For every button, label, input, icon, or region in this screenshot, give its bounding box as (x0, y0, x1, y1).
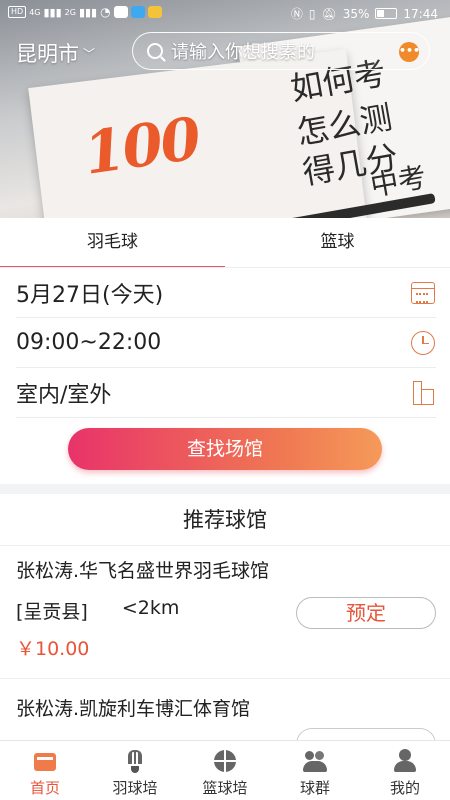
bottom-nav: 首页 羽球培 篮球培 球群 我的 (0, 740, 450, 800)
network-4g: 4G (29, 7, 41, 17)
signal-icon: ▮▮▮ (43, 5, 62, 19)
wifi-icon: ◔ (100, 5, 111, 19)
group-icon (303, 749, 327, 773)
chevron-down-icon: ﹀ (83, 46, 96, 61)
nav-label: 首页 (29, 779, 60, 797)
search-bar[interactable]: 请输入你想搜素的 ••• (132, 32, 430, 70)
nav-basketball-training[interactable]: 篮球培 (180, 741, 270, 800)
status-bar: HD 4G ▮▮▮ 2G ▮▮▮ ◔ Ⓝ ▯ 🔕︎ 35% 17:44 (0, 0, 450, 26)
more-icon[interactable]: ••• (399, 42, 420, 62)
tab-badminton[interactable]: 羽毛球 (0, 218, 225, 268)
calendar-icon (410, 280, 436, 306)
nav-label: 羽球培 (112, 779, 158, 797)
venue-type-value: 室内/室外 (16, 382, 112, 408)
signal-icon-2: ▮▮▮ (78, 5, 98, 19)
nfc-icon: Ⓝ (290, 7, 303, 21)
recommended-title: 推荐球馆 (0, 494, 450, 546)
profile-icon (393, 749, 417, 773)
venue-divider (0, 678, 450, 679)
date-value: 5月27日(今天) (16, 282, 164, 308)
mute-icon: 🔕︎ (321, 6, 337, 21)
basketball-icon (213, 749, 237, 773)
shuttlecock-icon (123, 749, 147, 773)
nav-label: 球群 (299, 779, 330, 797)
qq-notification-icon (130, 6, 145, 18)
clock-icon (410, 330, 436, 356)
network-2g: 2G (64, 7, 76, 17)
nav-profile[interactable]: 我的 (360, 741, 450, 800)
venue-card[interactable]: 张松涛.凯旋利车博汇体育馆 (16, 694, 436, 721)
app-notification-icon (113, 6, 128, 18)
nav-label: 我的 (389, 779, 420, 797)
mail-notification-icon (147, 6, 162, 18)
home-icon (33, 749, 57, 773)
venue-type-selector[interactable]: 室内/室外 (16, 368, 436, 418)
building-icon (410, 380, 436, 406)
hd-badge: HD (8, 6, 27, 18)
search-icon (147, 43, 163, 59)
battery-icon (375, 8, 398, 19)
nav-groups[interactable]: 球群 (270, 741, 360, 800)
time-value: 09:00~22:00 (16, 330, 162, 355)
venue-price: ￥10.00 (16, 638, 90, 660)
clock-time: 17:44 (403, 6, 438, 21)
venue-name: 张松涛.华飞名盛世界羽毛球馆 (16, 560, 270, 582)
search-placeholder: 请输入你想搜素的 (171, 42, 315, 63)
venue-district: [呈贡县] (16, 601, 88, 623)
date-selector[interactable]: 5月27日(今天) (16, 268, 436, 318)
city-label: 昆明市 (16, 42, 79, 66)
nav-badminton-training[interactable]: 羽球培 (90, 741, 180, 800)
city-selector[interactable]: 昆明市 ﹀ (16, 38, 95, 68)
venue-distance: <2km (121, 597, 180, 619)
section-separator (0, 484, 450, 494)
find-venue-button[interactable]: 查找场馆 (68, 428, 382, 470)
vibrate-icon: ▯ (308, 6, 316, 21)
venue-name: 张松涛.凯旋利车博汇体育馆 (16, 698, 251, 720)
nav-home[interactable]: 首页 (0, 741, 90, 800)
time-selector[interactable]: 09:00~22:00 (16, 318, 436, 368)
sport-tabs: 羽毛球 篮球 (0, 218, 450, 268)
book-button[interactable]: 预定 (296, 597, 436, 629)
battery-percent: 35% (342, 6, 370, 21)
nav-label: 篮球培 (202, 779, 248, 797)
tab-basketball[interactable]: 篮球 (225, 218, 450, 268)
